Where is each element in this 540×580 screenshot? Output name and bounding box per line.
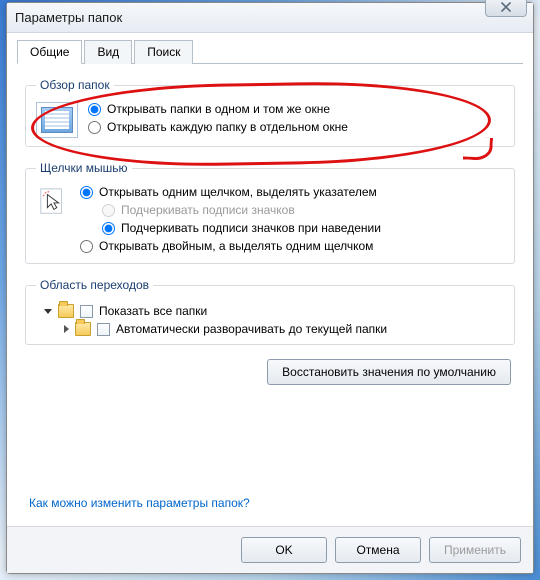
triangle-icon[interactable] [64,325,69,333]
folder-icon [58,304,74,318]
label-own-window[interactable]: Открывать каждую папку в отдельном окне [107,120,348,134]
group-click-legend: Щелчки мышью [36,161,132,175]
click-icon-box [36,185,70,219]
ok-button[interactable]: OK [241,537,327,563]
titlebar: Параметры папок [7,3,533,33]
close-button[interactable] [485,0,527,17]
window-icon [41,107,73,133]
label-underline-always: Подчеркивать подписи значков [121,203,295,217]
label-same-window[interactable]: Открывать папки в одном и том же окне [107,102,330,116]
checkbox-auto-expand[interactable] [97,323,110,336]
group-browse-legend: Обзор папок [36,78,114,92]
radio-single-click[interactable] [80,186,93,199]
browse-icon-box [36,102,78,138]
cancel-button[interactable]: Отмена [335,537,421,563]
tab-general[interactable]: Общие [17,40,82,64]
dialog-footer: OK Отмена Применить [7,526,533,573]
label-auto-expand[interactable]: Автоматически разворачивать до текущей п… [116,322,387,336]
radio-underline-always [102,204,115,217]
folder-options-dialog: Параметры папок Общие Вид Поиск Обзор па… [6,2,534,574]
cursor-icon [38,187,68,217]
tab-search[interactable]: Поиск [134,40,193,64]
group-browse-folders: Обзор папок Открывать папки в одном и то… [25,78,515,147]
folder-icon [75,322,91,336]
close-icon [501,2,511,12]
group-click-items: Щелчки мышью Открывать одним щелчком, вы… [25,161,515,264]
group-nav-legend: Область переходов [36,278,153,292]
radio-double-click[interactable] [80,240,93,253]
apply-button: Применить [429,537,521,563]
restore-defaults-button[interactable]: Восстановить значения по умолчанию [267,359,511,385]
window-title: Параметры папок [15,10,122,25]
label-single-click[interactable]: Открывать одним щелчком, выделять указат… [99,185,377,199]
radio-underline-hover[interactable] [102,222,115,235]
label-show-all[interactable]: Показать все папки [99,304,207,318]
triangle-icon[interactable] [44,309,52,314]
group-nav-pane: Область переходов Показать все папки Авт… [25,278,515,345]
content-area: Общие Вид Поиск Обзор папок Открывать па… [7,33,533,526]
label-underline-hover[interactable]: Подчеркивать подписи значков при наведен… [121,221,381,235]
checkbox-show-all[interactable] [80,305,93,318]
tab-strip: Общие Вид Поиск [17,39,523,64]
tab-view[interactable]: Вид [84,40,132,64]
tree-row-2: Автоматически разворачивать до текущей п… [64,322,504,336]
radio-same-window[interactable] [88,103,101,116]
help-link[interactable]: Как можно изменить параметры папок? [29,496,250,510]
label-double-click[interactable]: Открывать двойным, а выделять одним щелч… [99,239,373,253]
radio-own-window[interactable] [88,121,101,134]
tree-row-1: Показать все папки [44,304,504,318]
